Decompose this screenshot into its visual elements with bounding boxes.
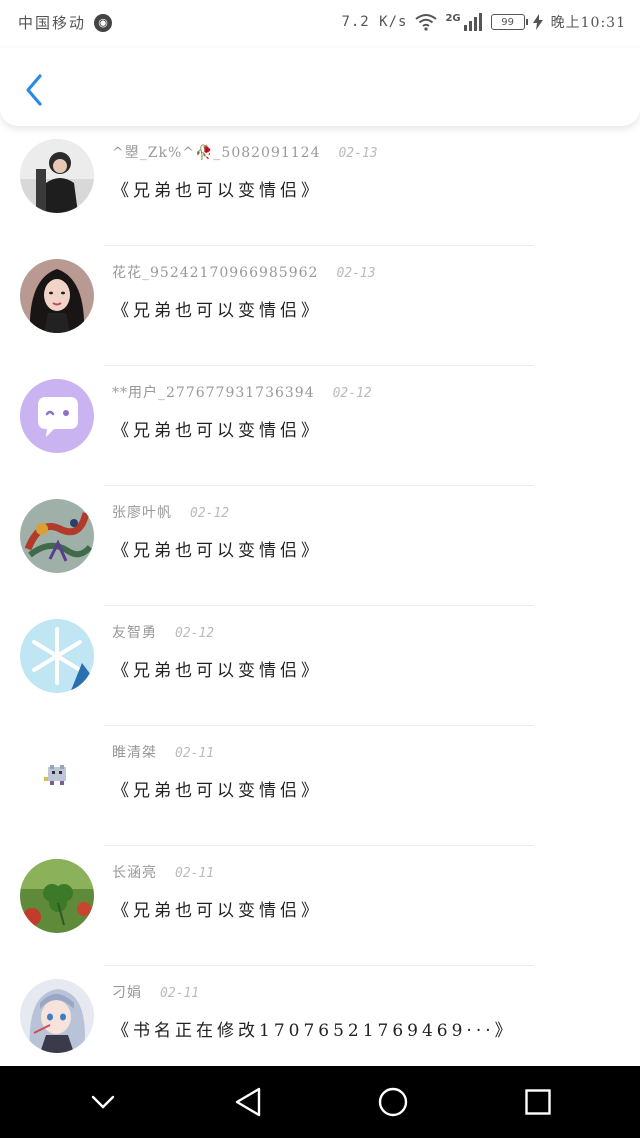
hide-nav-button[interactable] — [79, 1078, 127, 1126]
message-text: 《兄弟也可以变情侣》 — [112, 421, 322, 441]
message-meta: 花花_95242170966985962 02-13 — [112, 262, 376, 282]
user-name: **用户_277677931736394 — [112, 385, 315, 401]
list-item[interactable]: ^曌_Zk%^🥀_5082091124 02-13 《兄弟也可以变情侣》 — [0, 126, 640, 246]
list-item[interactable]: 刁娟 02-11 《书名正在修改17076521769469···》 — [0, 966, 640, 1066]
message-list: ^曌_Zk%^🥀_5082091124 02-13 《兄弟也可以变情侣》 花花_… — [0, 126, 640, 1066]
carrier-name: 中国移动 — [18, 14, 87, 32]
message-date: 02-13 — [336, 266, 376, 281]
avatar[interactable] — [20, 619, 94, 693]
message-meta: ^曌_Zk%^🥀_5082091124 02-13 — [112, 142, 378, 162]
list-item[interactable]: 长涵亮 02-11 《兄弟也可以变情侣》 — [0, 846, 640, 966]
signal-icon — [463, 13, 483, 31]
message-text: 《兄弟也可以变情侣》 — [112, 181, 322, 201]
message-text: 《兄弟也可以变情侣》 — [112, 541, 322, 561]
message-text: 《兄弟也可以变情侣》 — [112, 901, 322, 921]
message-text: 《兄弟也可以变情侣》 — [112, 301, 322, 321]
avatar[interactable] — [20, 139, 94, 213]
list-item[interactable]: 张廖叶帆 02-12 《兄弟也可以变情侣》 — [0, 486, 640, 606]
message-meta: 刁娟 02-11 — [112, 982, 199, 1002]
message-meta: **用户_277677931736394 02-12 — [112, 382, 372, 402]
message-date: 02-13 — [338, 146, 378, 161]
list-item[interactable]: 睢清桀 02-11 《兄弟也可以变情侣》 — [0, 726, 640, 846]
circle-home-icon — [378, 1087, 407, 1117]
wifi-icon — [415, 13, 438, 31]
message-date: 02-11 — [175, 746, 215, 761]
list-item[interactable]: 友智勇 02-12 《兄弟也可以变情侣》 — [0, 606, 640, 726]
message-date: 02-11 — [160, 986, 200, 1001]
status-right: 7.2 K/s 2G 99 晚上10:31 — [341, 12, 626, 32]
battery-indicator: 99 — [490, 14, 528, 30]
message-date: 02-12 — [175, 626, 215, 641]
message-meta: 睢清桀 02-11 — [112, 742, 214, 762]
clock: 晚上10:31 — [550, 15, 626, 31]
user-name: 睢清桀 — [112, 745, 157, 761]
header-bar — [0, 48, 640, 126]
user-name: 刁娟 — [112, 985, 142, 1001]
back-nav-button[interactable] — [224, 1078, 272, 1126]
back-button[interactable] — [18, 72, 50, 108]
avatar[interactable] — [20, 859, 94, 933]
list-item[interactable]: 花花_95242170966985962 02-13 《兄弟也可以变情侣》 — [0, 246, 640, 366]
message-meta: 张廖叶帆 02-12 — [112, 502, 229, 522]
avatar[interactable] — [20, 379, 94, 453]
home-nav-button[interactable] — [369, 1078, 417, 1126]
avatar[interactable] — [20, 259, 94, 333]
network-type: 2G — [445, 12, 461, 24]
triangle-back-icon — [235, 1087, 260, 1117]
message-date: 02-11 — [175, 866, 215, 881]
message-date: 02-12 — [332, 386, 372, 401]
status-left: 中国移动 ◉ — [18, 12, 113, 33]
user-name: 友智勇 — [112, 625, 157, 641]
navigation-bar — [0, 1066, 640, 1138]
recents-nav-button[interactable] — [514, 1078, 562, 1126]
network-speed: 7.2 K/s — [341, 14, 408, 30]
avatar[interactable] — [20, 979, 94, 1053]
user-name: 花花_95242170966985962 — [112, 265, 319, 281]
charging-icon — [532, 14, 543, 30]
message-meta: 长涵亮 02-11 — [112, 862, 214, 882]
message-date: 02-12 — [190, 506, 230, 521]
user-name: 长涵亮 — [112, 865, 157, 881]
user-name: ^曌_Zk%^🥀_5082091124 — [112, 145, 321, 161]
avatar[interactable] — [20, 499, 94, 573]
message-text: 《兄弟也可以变情侣》 — [112, 661, 322, 681]
user-name: 张廖叶帆 — [112, 505, 172, 521]
message-text: 《兄弟也可以变情侣》 — [112, 781, 322, 801]
status-bar: 中国移动 ◉ 7.2 K/s 2G 99 晚上10:31 — [0, 0, 640, 48]
message-text: 《书名正在修改17076521769469···》 — [112, 1021, 516, 1041]
avatar[interactable] — [20, 739, 94, 813]
message-meta: 友智勇 02-12 — [112, 622, 214, 642]
list-item[interactable]: **用户_277677931736394 02-12 《兄弟也可以变情侣》 — [0, 366, 640, 486]
chevron-left-icon — [26, 74, 42, 106]
chevron-down-icon — [91, 1095, 114, 1109]
globe-icon: ◉ — [94, 13, 113, 32]
square-recents-icon — [524, 1089, 551, 1115]
